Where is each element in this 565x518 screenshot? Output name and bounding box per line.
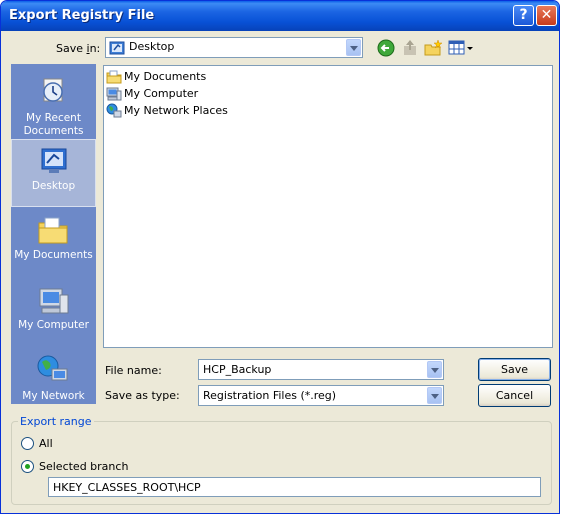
file-name-input[interactable]: HCP_Backup [198, 359, 444, 380]
place-label: My Computer [18, 319, 89, 331]
all-radio[interactable] [21, 437, 34, 450]
all-label[interactable]: All [39, 437, 53, 450]
back-icon[interactable] [377, 39, 395, 57]
save-in-combo[interactable]: Desktop [105, 37, 363, 58]
export-range-legend: Export range [18, 415, 94, 428]
my-documents-icon [38, 217, 68, 244]
chevron-down-icon[interactable] [427, 361, 442, 378]
selected-branch-label[interactable]: Selected branch [39, 460, 128, 473]
place-my-documents[interactable]: My Documents [11, 209, 96, 277]
views-menu-icon[interactable] [448, 39, 474, 57]
recent-documents-icon [43, 78, 63, 102]
place-my-network[interactable]: My Network [11, 348, 96, 404]
my-network-icon [37, 355, 68, 381]
title-bar[interactable]: Export Registry File ? ✕ [1, 1, 559, 31]
save-as-type-label: Save as type: [105, 389, 180, 402]
place-label: My Recent Documents [23, 112, 84, 137]
place-desktop[interactable]: Desktop [11, 139, 96, 207]
close-button[interactable]: ✕ [536, 5, 557, 26]
place-label: My Network [22, 390, 85, 402]
network-places-icon [106, 103, 122, 118]
new-folder-icon[interactable] [423, 39, 443, 57]
window-title: Export Registry File [9, 8, 155, 23]
export-range-group: Export range All Selected branch HKEY_CL… [11, 415, 552, 505]
file-name: My Documents [124, 70, 207, 83]
place-label: Desktop [31, 180, 76, 192]
help-button[interactable]: ? [513, 5, 534, 26]
computer-icon [106, 87, 122, 101]
save-in-value: Desktop [129, 40, 175, 53]
save-as-type-value: Registration Files (*.reg) [203, 389, 337, 402]
file-name-label-text: File name: [105, 364, 162, 377]
file-list[interactable]: My Documents My Computer My Network Plac… [103, 65, 553, 348]
desktop-small-icon [109, 41, 125, 55]
places-bar: My Recent Documents Desktop My Documents [11, 64, 96, 404]
save-as-type-combo[interactable]: Registration Files (*.reg) [198, 385, 444, 406]
selected-branch-radio[interactable] [21, 460, 34, 473]
cancel-button[interactable]: Cancel [478, 384, 551, 407]
file-name: My Computer [124, 87, 199, 100]
place-recent-documents[interactable]: My Recent Documents [11, 70, 96, 138]
file-name: My Network Places [124, 104, 228, 117]
place-label: My Documents [14, 249, 93, 261]
my-computer-icon [39, 288, 69, 314]
chevron-down-icon[interactable] [346, 39, 361, 56]
file-name-value: HCP_Backup [203, 363, 272, 376]
save-button[interactable]: Save [478, 358, 551, 381]
chevron-down-icon[interactable] [427, 387, 442, 404]
save-in-label: Save in: [56, 42, 101, 55]
desktop-icon [41, 148, 67, 173]
branch-path-input[interactable]: HKEY_CLASSES_ROOT\HCP [48, 477, 541, 497]
export-registry-dialog: Export Registry File ? ✕ Save in: Deskto… [0, 0, 560, 514]
branch-path-value: HKEY_CLASSES_ROOT\HCP [53, 481, 201, 494]
folder-documents-icon [106, 70, 122, 84]
up-folder-icon[interactable] [401, 39, 419, 57]
place-my-computer[interactable]: My Computer [11, 279, 96, 347]
